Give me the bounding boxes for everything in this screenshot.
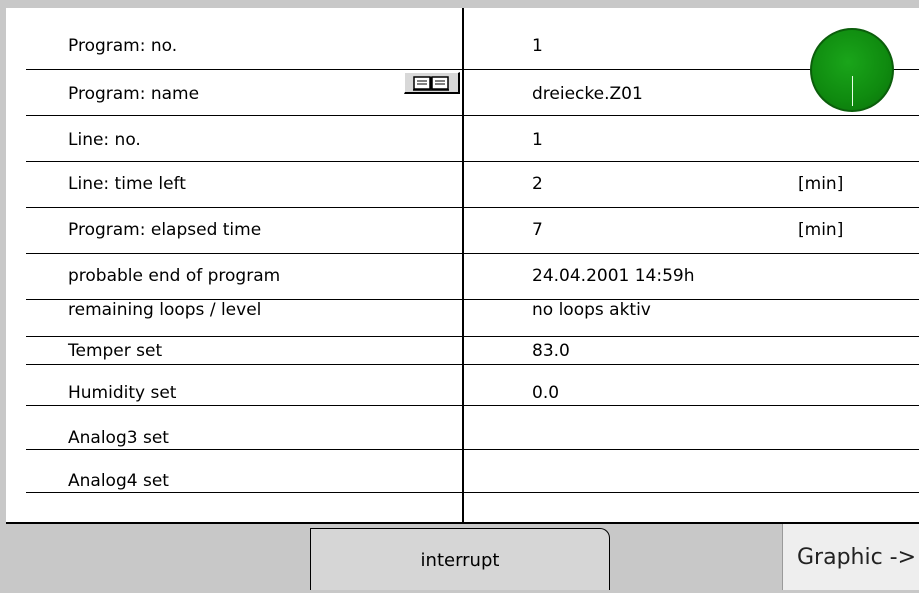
graphic-button[interactable]: Graphic ->	[782, 524, 919, 590]
label-line-time-left: Line: time left	[68, 174, 186, 194]
label-analog4-set: Analog4 set	[68, 471, 169, 491]
unit-line-time-left: [min]	[798, 174, 844, 194]
value-temper-set: 83.0	[532, 341, 570, 361]
clock-status-icon	[810, 28, 894, 112]
value-humidity-set: 0.0	[532, 383, 560, 403]
label-probable-end: probable end of program	[68, 266, 281, 286]
label-line-no: Line: no.	[68, 130, 141, 150]
value-probable-end: 24.04.2001 14:59h	[532, 266, 695, 286]
label-humidity-set: Humidity set	[68, 383, 177, 403]
interrupt-button[interactable]: interrupt	[310, 528, 610, 590]
value-program-name: dreiecke.Z01	[532, 84, 643, 104]
label-program-no: Program: no.	[68, 36, 178, 56]
value-program-elapsed: 7	[532, 220, 543, 240]
value-line-no: 1	[532, 130, 543, 150]
label-analog3-set: Analog3 set	[68, 428, 169, 448]
book-icon	[413, 76, 449, 91]
value-remaining-loops: no loops aktiv	[532, 300, 651, 320]
column-divider	[462, 8, 464, 522]
label-remaining-loops: remaining loops / level	[68, 300, 262, 320]
value-line-time-left: 2	[532, 174, 543, 194]
label-program-name: Program: name	[68, 84, 200, 104]
program-name-select-button[interactable]	[404, 72, 460, 94]
value-program-no: 1	[532, 36, 543, 56]
unit-program-elapsed: [min]	[798, 220, 844, 240]
label-temper-set: Temper set	[68, 341, 163, 361]
status-needle	[852, 76, 853, 106]
label-program-elapsed: Program: elapsed time	[68, 220, 262, 240]
